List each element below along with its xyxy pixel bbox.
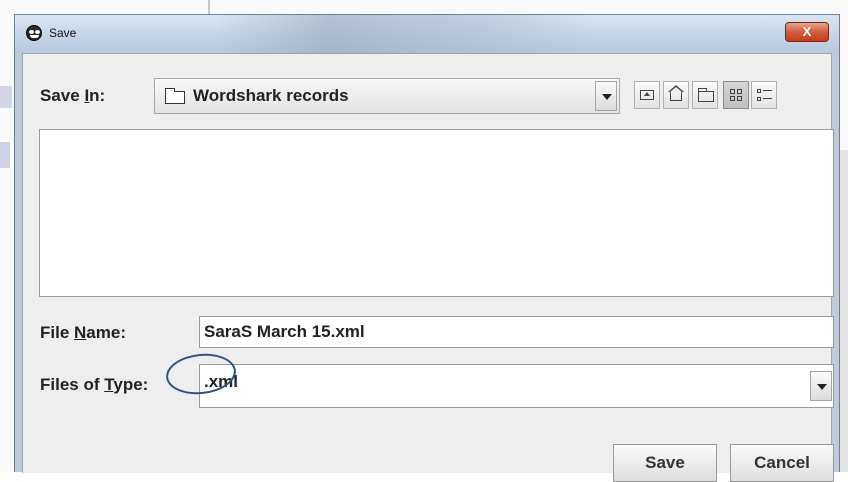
save-in-dropdown[interactable]: Wordshark records [154, 78, 620, 114]
dialog-content: Save In: Wordshark records File Name: Sa… [22, 53, 834, 482]
new-folder-button[interactable] [692, 81, 718, 109]
details-view-button[interactable] [751, 81, 777, 109]
files-of-type-dropdown[interactable]: .xml [199, 364, 834, 408]
app-icon [26, 25, 42, 41]
background-window-edge [0, 86, 12, 108]
home-icon [668, 85, 684, 101]
title-bar[interactable]: Save X [15, 15, 839, 53]
chevron-down-icon [602, 94, 612, 100]
close-button[interactable]: X [785, 22, 829, 42]
up-one-level-icon [640, 90, 654, 100]
save-dialog: Save X Save In: Wordshark records File N… [14, 14, 840, 482]
new-folder-icon [698, 88, 714, 102]
details-view-icon [757, 89, 773, 103]
save-in-value: Wordshark records [193, 86, 349, 105]
background-divider [208, 0, 210, 14]
save-in-dropdown-button[interactable] [595, 81, 617, 111]
save-in-label: Save In: [40, 86, 106, 105]
home-button[interactable] [663, 81, 689, 109]
file-list[interactable] [39, 129, 834, 297]
files-of-type-label: Files of Type: [40, 375, 149, 394]
up-one-level-button[interactable] [634, 81, 660, 109]
file-name-input[interactable]: SaraS March 15.xml [199, 316, 834, 348]
dialog-title: Save [49, 26, 77, 40]
list-view-icon [730, 89, 744, 103]
chevron-down-icon [817, 384, 827, 390]
cancel-button[interactable]: Cancel [730, 444, 834, 482]
background-window-edge [0, 142, 10, 168]
file-name-label: File Name: [40, 323, 126, 342]
files-of-type-dropdown-button[interactable] [810, 371, 832, 401]
save-button[interactable]: Save [613, 444, 717, 482]
close-icon: X [802, 24, 812, 39]
folder-icon [165, 88, 185, 104]
list-view-button[interactable] [723, 81, 749, 109]
